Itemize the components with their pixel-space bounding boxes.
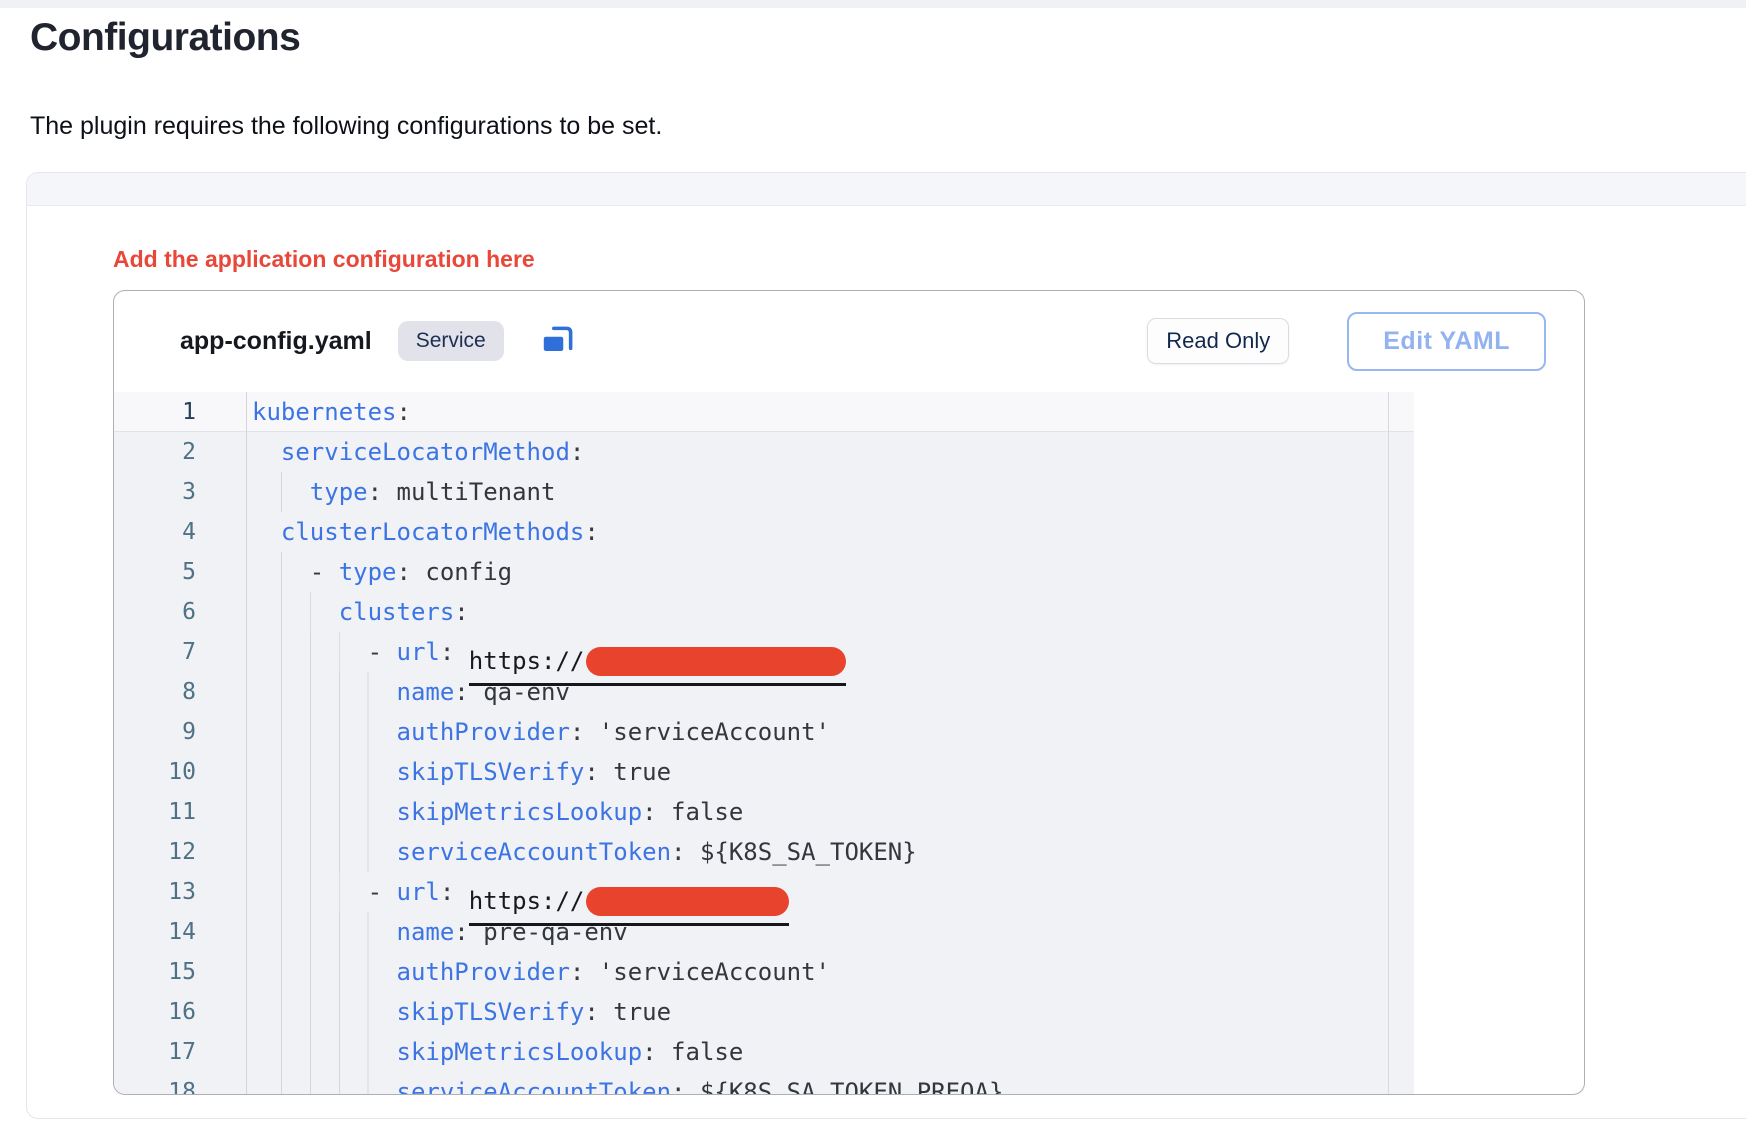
line-number: 12: [114, 832, 246, 872]
code-line: 10 skipTLSVerify: true: [114, 752, 1414, 792]
code-line: 8 name: qa-env: [114, 672, 1414, 712]
read-only-button[interactable]: Read Only: [1147, 318, 1289, 364]
line-number: 8: [114, 672, 246, 712]
code-line: 6 clusters:: [114, 592, 1414, 632]
line-number: 14: [114, 912, 246, 952]
page-title: Configurations: [30, 16, 300, 60]
code-area[interactable]: 1kubernetes:2 serviceLocatorMethod:3 typ…: [114, 392, 1414, 1094]
code-line: 12 serviceAccountToken: ${K8S_SA_TOKEN}: [114, 832, 1414, 872]
code-line-text: skipMetricsLookup: false: [246, 792, 1414, 832]
code-line: 16 skipTLSVerify: true: [114, 992, 1414, 1032]
line-number: 18: [114, 1072, 246, 1094]
line-number: 15: [114, 952, 246, 992]
code-line: 18 serviceAccountToken: ${K8S_SA_TOKEN_P…: [114, 1072, 1414, 1094]
code-line-text: name: pre-qa-env: [246, 912, 1414, 952]
line-number: 5: [114, 552, 246, 592]
code-line-text: authProvider: 'serviceAccount': [246, 952, 1414, 992]
vertical-scrollbar[interactable]: [1388, 392, 1414, 1094]
top-band: [0, 0, 1746, 8]
edit-yaml-button[interactable]: Edit YAML: [1347, 312, 1546, 371]
line-number: 13: [114, 872, 246, 912]
line-number: 1: [114, 392, 246, 431]
code-line-text: serviceLocatorMethod:: [246, 432, 1414, 472]
code-line: 14 name: pre-qa-env: [114, 912, 1414, 952]
code-line-text: kubernetes:: [246, 392, 1414, 431]
copy-icon[interactable]: [536, 320, 580, 362]
code-line: 13 - url: https://: [114, 872, 1414, 912]
line-number: 10: [114, 752, 246, 792]
code-line-text: - url: https://: [246, 632, 1414, 672]
config-note: Add the application configuration here: [113, 246, 535, 273]
file-name: app-config.yaml: [180, 327, 372, 356]
code-line: 4 clusterLocatorMethods:: [114, 512, 1414, 552]
card-top-strip: [27, 173, 1746, 206]
code-line-text: skipMetricsLookup: false: [246, 1032, 1414, 1072]
code-line-text: serviceAccountToken: ${K8S_SA_TOKEN_PREQ…: [246, 1072, 1414, 1094]
code-line: 15 authProvider: 'serviceAccount': [114, 952, 1414, 992]
code-line-text: clusters:: [246, 592, 1414, 632]
code-line: 7 - url: https://: [114, 632, 1414, 672]
line-number: 2: [114, 432, 246, 472]
line-number: 9: [114, 712, 246, 752]
page-intro: The plugin requires the following config…: [30, 112, 662, 141]
code-line: 9 authProvider: 'serviceAccount': [114, 712, 1414, 752]
editor-header: app-config.yaml Service Read Only Edit Y…: [114, 291, 1584, 391]
code-line-text: type: multiTenant: [246, 472, 1414, 512]
code-line-text: - type: config: [246, 552, 1414, 592]
yaml-editor-panel: app-config.yaml Service Read Only Edit Y…: [113, 290, 1585, 1095]
code-line-text: clusterLocatorMethods:: [246, 512, 1414, 552]
code-line: 3 type: multiTenant: [114, 472, 1414, 512]
line-number: 4: [114, 512, 246, 552]
code-line-text: name: qa-env: [246, 672, 1414, 712]
code-line-text: - url: https://: [246, 872, 1414, 912]
code-line-text: skipTLSVerify: true: [246, 992, 1414, 1032]
code-line: 1kubernetes:: [114, 392, 1414, 432]
code-line: 11 skipMetricsLookup: false: [114, 792, 1414, 832]
gutter-divider: [246, 392, 247, 1094]
code-line: 5 - type: config: [114, 552, 1414, 592]
code-line: 17 skipMetricsLookup: false: [114, 1032, 1414, 1072]
line-number: 17: [114, 1032, 246, 1072]
line-number: 6: [114, 592, 246, 632]
line-number: 7: [114, 632, 246, 672]
line-number: 16: [114, 992, 246, 1032]
code-line: 2 serviceLocatorMethod:: [114, 432, 1414, 472]
code-line-text: authProvider: 'serviceAccount': [246, 712, 1414, 752]
code-line-text: skipTLSVerify: true: [246, 752, 1414, 792]
line-number: 3: [114, 472, 246, 512]
code-line-text: serviceAccountToken: ${K8S_SA_TOKEN}: [246, 832, 1414, 872]
line-number: 11: [114, 792, 246, 832]
service-badge: Service: [398, 321, 504, 361]
